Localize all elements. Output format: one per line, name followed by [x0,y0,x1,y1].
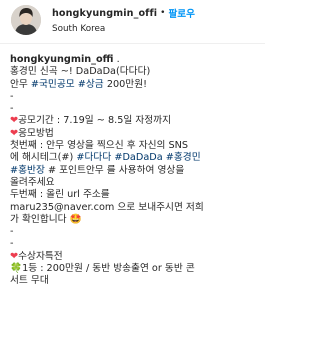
hashtag-hkm[interactable]: #홍경민 [166,152,201,163]
caption-step1-end-line: 올려주세요 [10,176,55,188]
caption-dash: - [10,238,14,250]
caption-step1-cont-line: #홍반장 # 포인트안무 를 사용하여 영상을 [10,165,260,177]
step1-prefix: 에 해시테그(#) [10,152,77,164]
method-title: 응모방법 [18,127,54,139]
step2-end: 가 확인합니다 [10,213,67,225]
hashtag-dadada-en[interactable]: #DaDaDa [114,152,162,163]
location-link[interactable]: South Korea [52,24,195,34]
caption-award-line-2: 서트 무대 [10,275,49,287]
username-link[interactable]: hongkyungmin_offi [52,8,157,19]
caption-method-line: ❤응모방법 [10,128,260,140]
caption-dance-line: 안무 #국민공모 #상금 200만원! [10,79,260,91]
heart-icon: ❤ [10,115,19,127]
caption-owner-link[interactable]: hongkyungmin_offi [10,54,113,65]
caption-dash: - [10,226,14,238]
caption-dash: - [10,90,14,102]
dance-prefix: 안무 [10,78,31,90]
step1-suffix: # 포인트안무 를 사용하여 영상을 [44,164,185,176]
caption-title-line: 홍경민 신곡 ~! DaDaDa(다다다) [10,66,151,78]
hashtag-hbj[interactable]: #홍반장 [10,165,45,176]
post-caption: hongkyungmin_offi . 홍경민 신곡 ~! DaDaDa(다다다… [10,54,260,288]
follow-button[interactable]: 팔로우 [168,6,194,20]
separator-dot: • [160,8,166,18]
header-divider [0,43,265,44]
period-text: 공모기간 : 7.19일 ~ 8.5일 자정까지 [18,115,172,127]
header-text: hongkyungmin_offi • 팔로우 South Korea [52,6,195,35]
dance-suffix: 200만원! [103,78,148,90]
caption-step2-line: 두번째 : 올린 url 주소를 [10,189,110,201]
caption-step2-end-line: 가 확인합니다 🤩 [10,214,260,226]
caption-step1-line: 첫번째 : 안무 영상을 찍으신 후 자신의 SNS [10,140,189,152]
caption-owner-line: hongkyungmin_offi . [10,54,260,66]
caption-owner-suffix: . [113,54,120,65]
caption-award-title-line: ❤수상자특전 [10,251,260,263]
caption-award-line: 🍀1등 : 200만원 / 동반 방송출연 or 동반 콘 [10,263,260,275]
caption-step1-tags-line: 에 해시테그(#) #다다다 #DaDaDa #홍경민 [10,152,260,164]
post-header: hongkyungmin_offi • 팔로우 South Korea [0,0,265,44]
clover-icon: 🍀 [10,263,23,275]
heart-icon: ❤ [10,250,19,262]
caption-step2-email-line: maru235@naver.com 으로 보내주시면 저희 [10,201,204,213]
award-title: 수상자특전 [18,250,63,262]
hashtag-dadada-kr[interactable]: #다다다 [76,152,111,163]
hashtag-prize[interactable]: #상금 [78,79,104,90]
heart-icon: ❤ [10,127,19,139]
star-struck-icon: 🤩 [69,213,82,225]
caption-dash: - [10,103,14,115]
header-line: hongkyungmin_offi • 팔로우 [52,6,195,21]
profile-photo [11,5,41,35]
caption-period-line: ❤공모기간 : 7.19일 ~ 8.5일 자정까지 [10,115,260,127]
hashtag-contest[interactable]: #국민공모 [31,79,75,90]
avatar[interactable] [11,5,41,35]
award-line-1: 1등 : 200만원 / 동반 방송출연 or 동반 콘 [22,263,195,275]
